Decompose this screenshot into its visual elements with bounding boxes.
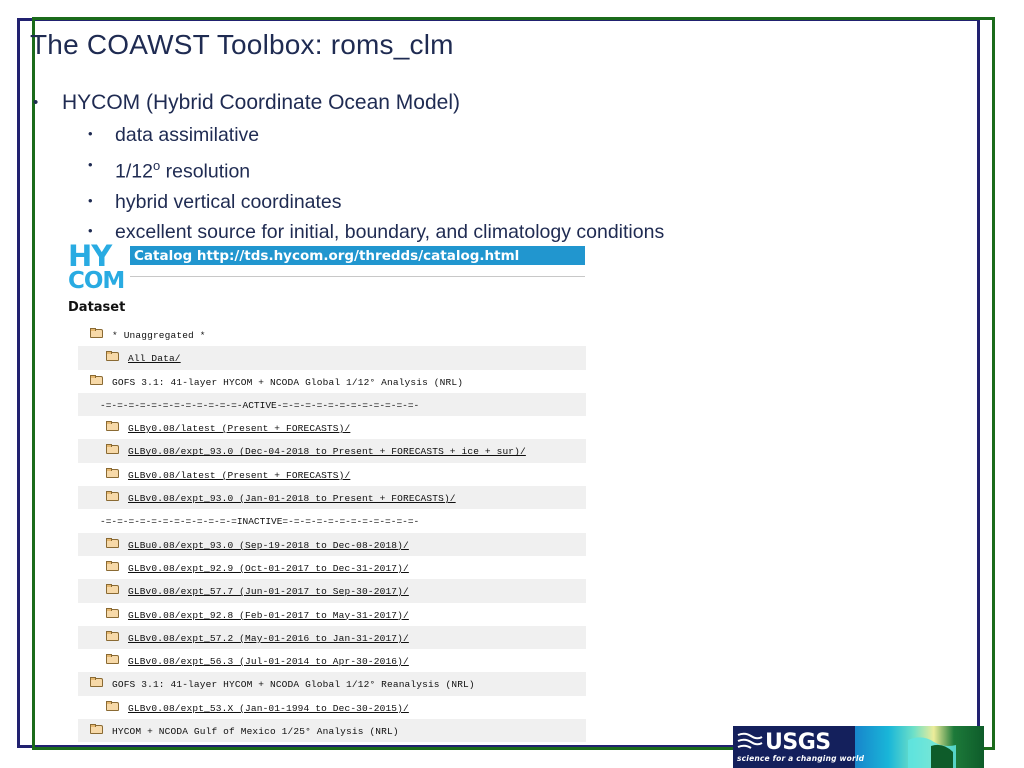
bullet-sub-3: hybrid vertical coordinates <box>30 186 910 218</box>
usgs-logo: USGS science for a changing world <box>733 726 984 768</box>
catalog-row[interactable]: GLBv0.08/expt_93.0 (Jan-01-2018 to Prese… <box>78 486 586 510</box>
bullet-sub-2-suffix: resolution <box>160 160 251 182</box>
catalog-url-bar: Catalog http://tds.hycom.org/thredds/cat… <box>130 246 585 265</box>
bullet-sub-1-text: data assimilative <box>115 124 260 146</box>
folder-icon <box>106 584 120 595</box>
catalog-row: -=-=-=-=-=-=-=-=-=-=-=-=INACTIVE=-=-=-=-… <box>78 509 586 532</box>
catalog-row: HYCOM + NCODA Gulf of Mexico 1/25° Analy… <box>78 719 586 743</box>
catalog-row-link[interactable]: GLBy0.08/latest (Present + FORECASTS)/ <box>128 423 350 434</box>
usgs-wave-icon <box>737 732 763 749</box>
catalog-row-content: GLBv0.08/expt_92.8 (Feb-01-2017 to May-3… <box>78 603 409 626</box>
catalog-row[interactable]: GLBy0.08/expt_93.0 (Dec-04-2018 to Prese… <box>78 439 586 463</box>
bullet-sub-3-text: hybrid vertical coordinates <box>115 190 342 213</box>
catalog-row-content: -=-=-=-=-=-=-=-=-=-=-=-=INACTIVE=-=-=-=-… <box>78 509 419 532</box>
catalog-row-link[interactable]: GLBv0.08/expt_92.8 (Feb-01-2017 to May-3… <box>128 610 409 621</box>
catalog-row[interactable]: GLBv0.08/expt_92.8 (Feb-01-2017 to May-3… <box>78 603 586 626</box>
folder-icon <box>106 537 120 549</box>
catalog-row: -=-=-=-=-=-=-=-=-=-=-=-=-ACTIVE-=-=-=-=-… <box>78 392 586 417</box>
catalog-row-list: * Unaggregated * All Data/GOFS 3.1: 41-la… <box>78 323 586 743</box>
folder-icon <box>106 467 120 479</box>
hycom-logo-line1: HY <box>68 239 112 273</box>
catalog-row-label: * Unaggregated * <box>112 330 206 341</box>
catalog-row-label: -=-=-=-=-=-=-=-=-=-=-=-=INACTIVE=-=-=-=-… <box>100 516 420 528</box>
catalog-row[interactable]: GLBv0.08/expt_53.X (Jan-01-1994 to Dec-3… <box>78 696 586 719</box>
folder-icon <box>106 654 120 665</box>
catalog-row-content: -=-=-=-=-=-=-=-=-=-=-=-=-ACTIVE-=-=-=-=-… <box>78 393 419 416</box>
bullet-sub-2-value: 1/12 <box>115 160 153 182</box>
catalog-row-link[interactable]: GLBv0.08/latest (Present + FORECASTS)/ <box>128 470 350 481</box>
catalog-row-link[interactable]: GLBv0.08/expt_56.3 (Jul-01-2014 to Apr-3… <box>128 656 409 667</box>
catalog-row[interactable]: All Data/ <box>78 346 586 370</box>
catalog-row: GOFS 3.1: 41-layer HYCOM + NCODA Global … <box>78 672 586 696</box>
catalog-row-link[interactable]: GLBv0.08/expt_57.7 (Jun-01-2017 to Sep-3… <box>128 586 409 597</box>
catalog-row-content: GLBv0.08/latest (Present + FORECASTS)/ <box>78 463 350 486</box>
catalog-row-link[interactable]: GLBv0.08/expt_57.2 (May-01-2016 to Jan-3… <box>128 633 409 644</box>
folder-icon <box>106 560 120 572</box>
catalog-row[interactable]: GLBy0.08/latest (Present + FORECASTS)/ <box>78 416 586 439</box>
catalog-row[interactable]: GLBv0.08/expt_57.2 (May-01-2016 to Jan-3… <box>78 625 586 650</box>
catalog-row-content: GLBv0.08/expt_92.9 (Oct-01-2017 to Dec-3… <box>78 556 409 579</box>
folder-icon <box>106 491 120 502</box>
catalog-row-label: -=-=-=-=-=-=-=-=-=-=-=-=-ACTIVE-=-=-=-=-… <box>100 399 420 411</box>
catalog-row-content: GLBv0.08/expt_57.2 (May-01-2016 to Jan-3… <box>78 626 409 649</box>
catalog-row-link[interactable]: GLBv0.08/expt_93.0 (Jan-01-2018 to Prese… <box>128 493 456 504</box>
catalog-row[interactable]: GLBv0.08/latest (Present + FORECASTS)/ <box>78 463 586 486</box>
folder-icon <box>90 328 104 339</box>
catalog-row-content: GLBv0.08/expt_53.X (Jan-01-1994 to Dec-3… <box>78 696 409 719</box>
catalog-row-label: GOFS 3.1: 41-layer HYCOM + NCODA Global … <box>112 679 475 691</box>
folder-icon <box>106 421 120 432</box>
catalog-row-link[interactable]: GLBy0.08/expt_93.0 (Dec-04-2018 to Prese… <box>128 446 526 457</box>
folder-icon <box>106 444 120 455</box>
catalog-divider <box>130 276 585 277</box>
catalog-row: * Unaggregated * <box>78 323 586 346</box>
bullet-sub-1: data assimilative <box>30 119 910 151</box>
catalog-row-link[interactable]: GLBv0.08/expt_53.X (Jan-01-1994 to Dec-3… <box>128 703 409 714</box>
catalog-row: GOFS 3.1: 41-layer HYCOM + NCODA Global … <box>78 370 586 393</box>
folder-icon <box>90 374 104 386</box>
catalog-row-content: GLBy0.08/latest (Present + FORECASTS)/ <box>78 416 350 439</box>
folder-icon <box>106 700 120 712</box>
catalog-row-content: All Data/ <box>78 346 181 369</box>
bullet-list: HYCOM (Hybrid Coordinate Ocean Model) da… <box>30 88 910 248</box>
folder-icon <box>106 630 120 642</box>
usgs-tagline: science for a changing world <box>737 754 865 763</box>
dataset-heading: Dataset <box>68 300 126 315</box>
folder-icon <box>106 351 120 362</box>
catalog-row-content: GOFS 3.1: 41-layer HYCOM + NCODA Global … <box>78 370 463 393</box>
catalog-row[interactable]: GLBv0.08/expt_57.7 (Jun-01-2017 to Sep-3… <box>78 579 586 603</box>
bullet-sub-4-text: excellent source for initial, boundary, … <box>115 221 665 243</box>
bullet-main: HYCOM (Hybrid Coordinate Ocean Model) <box>30 88 910 118</box>
folder-icon <box>90 724 104 735</box>
catalog-row-link[interactable]: All Data/ <box>128 353 181 364</box>
catalog-row-content: GLBy0.08/expt_93.0 (Dec-04-2018 to Prese… <box>78 439 526 462</box>
hycom-logo: HY COM <box>68 239 130 294</box>
catalog-row-content: * Unaggregated * <box>78 323 206 346</box>
catalog-row-label: GOFS 3.1: 41-layer HYCOM + NCODA Global … <box>112 376 464 388</box>
folder-icon <box>90 677 104 688</box>
catalog-row-link[interactable]: GLBv0.08/expt_92.9 (Oct-01-2017 to Dec-3… <box>128 563 409 574</box>
usgs-wordmark: USGS <box>765 730 831 755</box>
catalog-row-content: GLBv0.08/expt_56.3 (Jul-01-2014 to Apr-3… <box>78 649 409 672</box>
catalog-row[interactable]: GLBu0.08/expt_93.0 (Sep-19-2018 to Dec-0… <box>78 532 586 556</box>
catalog-row[interactable]: GLBv0.08/expt_92.9 (Oct-01-2017 to Dec-3… <box>78 556 586 579</box>
catalog-row-content: GLBu0.08/expt_93.0 (Sep-19-2018 to Dec-0… <box>78 533 409 556</box>
hycom-logo-line2: COM <box>68 267 125 294</box>
catalog-row-link[interactable]: GLBu0.08/expt_93.0 (Sep-19-2018 to Dec-0… <box>128 540 409 551</box>
catalog-row-content: HYCOM + NCODA Gulf of Mexico 1/25° Analy… <box>78 719 399 742</box>
page-title: The COAWST Toolbox: roms_clm <box>30 29 454 60</box>
catalog-row[interactable]: GLBv0.08/expt_56.3 (Jul-01-2014 to Apr-3… <box>78 649 586 672</box>
hycom-catalog-screenshot: HY COM Dataset Catalog http://tds.hycom.… <box>68 239 590 743</box>
catalog-row-content: GLBv0.08/expt_93.0 (Jan-01-2018 to Prese… <box>78 486 456 509</box>
folder-icon <box>106 607 120 619</box>
catalog-row-content: GOFS 3.1: 41-layer HYCOM + NCODA Global … <box>78 672 475 695</box>
catalog-header: HY COM Dataset Catalog http://tds.hycom.… <box>68 239 590 315</box>
catalog-row-content: GLBv0.08/expt_57.7 (Jun-01-2017 to Sep-3… <box>78 579 409 602</box>
catalog-row-label: HYCOM + NCODA Gulf of Mexico 1/25° Analy… <box>112 726 399 738</box>
bullet-sub-2: 1/12o resolution <box>30 150 910 187</box>
catalog-url-text: Catalog http://tds.hycom.org/thredds/cat… <box>134 248 520 264</box>
